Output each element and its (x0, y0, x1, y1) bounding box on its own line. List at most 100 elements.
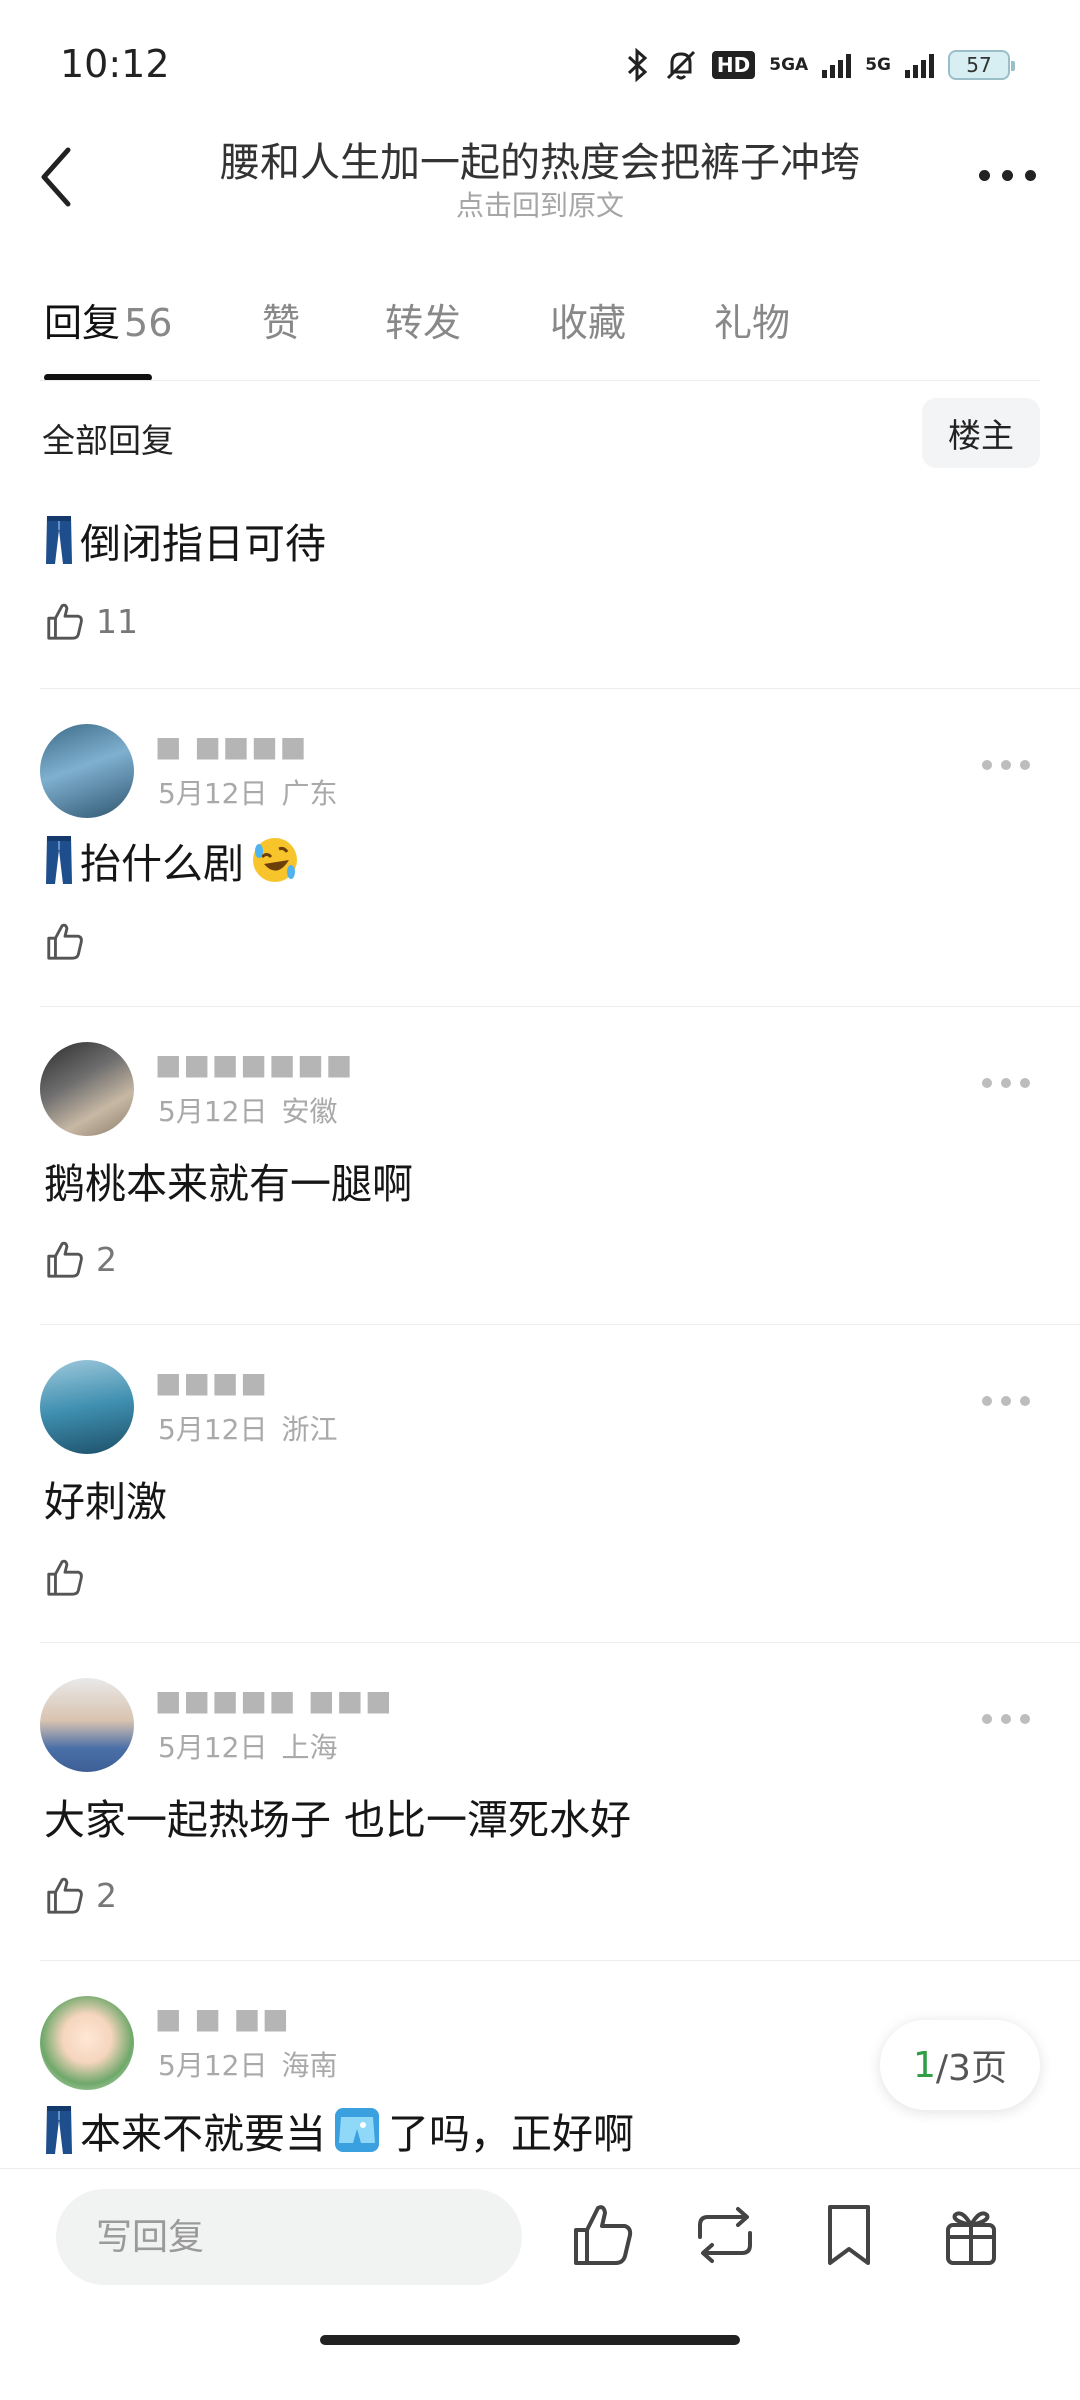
gift-icon[interactable] (936, 2199, 1006, 2271)
tab-replies-label: 回复 (44, 301, 121, 345)
page-indicator[interactable]: 1/3页 (880, 2020, 1040, 2110)
comment-meta: 5月12日 海南 (158, 2044, 337, 2084)
status-time: 10:12 (60, 42, 170, 86)
comment-meta: 5月12日 安徽 (158, 1090, 337, 1130)
like-button[interactable] (44, 1556, 96, 1598)
comment-more-icon[interactable] (982, 1714, 1030, 1724)
tab-replies[interactable]: 回复 56 (44, 292, 172, 347)
tab-gifts[interactable]: 礼物 (714, 292, 790, 347)
comment-text: 抬什么剧 (44, 830, 300, 890)
thumbs-up-icon (44, 1238, 86, 1280)
jeans-icon (44, 514, 74, 566)
mute-bell-icon (666, 50, 695, 80)
avatar[interactable] (40, 1042, 134, 1136)
divider (40, 380, 1040, 381)
post-title[interactable]: 腰和人生加一起的热度会把裤子冲垮 (150, 130, 930, 188)
username[interactable]: ■■■■ (155, 1366, 269, 1399)
comment-date: 5月12日 (158, 1731, 268, 1764)
like-count: 2 (96, 1239, 117, 1279)
battery-icon: 57 (948, 50, 1015, 80)
signal-icon (822, 52, 852, 78)
comment-date: 5月12日 (158, 1095, 268, 1128)
filter-row: 全部回复 楼主 (0, 390, 1080, 480)
like-button[interactable] (44, 920, 96, 962)
battery-level: 57 (966, 53, 992, 77)
like-button[interactable]: 2 (44, 1874, 117, 1916)
tab-likes[interactable]: 赞 (262, 292, 300, 347)
avatar[interactable] (40, 1678, 134, 1772)
thumbs-up-icon (44, 1874, 86, 1916)
owner-only-button[interactable]: 楼主 (922, 398, 1040, 468)
comment-text: 大家一起热场子 也比一潭死水好 (44, 1786, 631, 1846)
jeans-icon (44, 2104, 74, 2156)
tab-bar: 回复 56 赞 转发 收藏 礼物 (0, 270, 1080, 381)
divider (40, 1324, 1080, 1325)
jeans-icon (44, 834, 74, 886)
comment-date: 5月12日 (158, 2049, 268, 2082)
comment-meta: 5月12日 广东 (158, 772, 337, 812)
page-total: /3页 (935, 2048, 1007, 2089)
like-post-icon[interactable] (568, 2199, 638, 2271)
thumbs-up-icon (44, 600, 86, 642)
back-to-original-link[interactable]: 点击回到原文 (150, 184, 930, 224)
comment-text: 好刺激 (44, 1468, 167, 1528)
network-5ga-label: 5GA (769, 54, 809, 75)
username[interactable]: ■ ■ ■■ (155, 2002, 291, 2035)
comment-item: ■■■■■ ■■■ 5月12日 上海 大家一起热场子 也比一潭死水好 2 (0, 1644, 1080, 1962)
comment-text: 鹅桃本来就有一腿啊 (44, 1150, 413, 1210)
like-button[interactable]: 2 (44, 1238, 117, 1280)
comment-item: 倒闭指日可待 11 (0, 480, 1080, 690)
comment-location: 上海 (281, 1731, 338, 1764)
rolling-laugh-icon (253, 838, 297, 882)
username[interactable]: ■ ■■■■ (155, 730, 308, 763)
thumbs-up-icon (44, 920, 86, 962)
tab-reposts[interactable]: 转发 (385, 292, 461, 347)
like-button[interactable]: 11 (44, 600, 138, 642)
home-indicator[interactable] (320, 2335, 740, 2345)
comment-more-icon[interactable] (982, 1396, 1030, 1406)
bottom-action-bar (0, 2168, 1080, 2400)
avatar[interactable] (40, 1996, 134, 2090)
status-bar: 10:12 HD 5GA 5G 57 (0, 0, 1080, 120)
comment-location: 海南 (281, 2049, 338, 2082)
comment-more-icon[interactable] (982, 1078, 1030, 1088)
divider (40, 1960, 1080, 1961)
bookmark-icon[interactable] (814, 2199, 884, 2271)
username[interactable]: ■■■■■ ■■■ (155, 1684, 394, 1717)
page-current: 1 (913, 2044, 936, 2086)
comment-location: 广东 (281, 777, 338, 810)
comment-location: 浙江 (281, 1413, 338, 1446)
tab-favorites[interactable]: 收藏 (550, 292, 626, 347)
all-replies-label[interactable]: 全部回复 (42, 414, 174, 462)
shorts-icon (335, 2108, 379, 2152)
avatar[interactable] (40, 724, 134, 818)
comment-item: ■■■■ 5月12日 浙江 好刺激 (0, 1326, 1080, 1644)
divider (40, 1006, 1080, 1007)
comment-text-content: 大家一起热场子 也比一潭死水好 (44, 1796, 632, 1844)
thumbs-up-icon (44, 1556, 86, 1598)
avatar[interactable] (40, 1360, 134, 1454)
username[interactable]: ■■■■■■■ (155, 1048, 354, 1081)
status-icons: HD 5GA 5G 57 (626, 48, 1015, 82)
comment-item: ■ ■■■■ 5月12日 广东 抬什么剧 (0, 690, 1080, 1008)
repost-icon[interactable] (690, 2199, 760, 2271)
comment-text: 倒闭指日可待 (44, 510, 326, 570)
comment-more-icon[interactable] (982, 760, 1030, 770)
back-icon[interactable] (34, 142, 78, 212)
comment-item: ■■■■■■■ 5月12日 安徽 鹅桃本来就有一腿啊 2 (0, 1008, 1080, 1326)
bluetooth-icon (627, 48, 648, 82)
header: 腰和人生加一起的热度会把裤子冲垮 点击回到原文 (0, 120, 1080, 240)
comment-text-content: 倒闭指日可待 (80, 520, 326, 568)
comment-text-content: 鹅桃本来就有一腿啊 (44, 1160, 413, 1208)
signal-icon (905, 52, 934, 78)
divider (40, 688, 1080, 689)
like-count: 11 (96, 601, 138, 641)
reply-input[interactable] (56, 2189, 522, 2285)
divider (40, 1642, 1080, 1643)
comment-meta: 5月12日 上海 (158, 1726, 337, 1766)
like-count: 2 (96, 1875, 117, 1915)
comment-text-part2: 了吗，正好啊 (388, 2110, 634, 2158)
tab-replies-count: 56 (124, 301, 173, 345)
more-options-icon[interactable] (972, 160, 1042, 190)
comment-location: 安徽 (281, 1095, 338, 1128)
